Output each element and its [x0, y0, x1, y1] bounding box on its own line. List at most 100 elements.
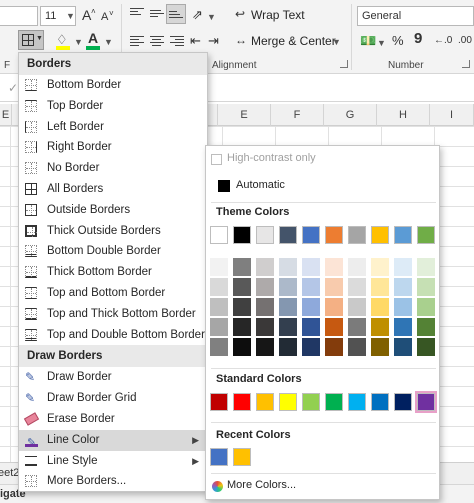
- align-left-icon[interactable]: [130, 36, 144, 48]
- standard-color-swatch[interactable]: [233, 393, 251, 411]
- menu-item-line-color[interactable]: ✎ Line Color ▶: [19, 429, 207, 451]
- increase-decimal-icon[interactable]: ←.0: [434, 34, 452, 48]
- theme-tint-swatch[interactable]: [233, 278, 251, 296]
- theme-tint-swatch[interactable]: [256, 318, 274, 336]
- recent-color-swatch[interactable]: [210, 448, 228, 466]
- theme-color-swatch[interactable]: [417, 226, 435, 244]
- decrease-indent-icon[interactable]: ⇤: [190, 34, 201, 48]
- theme-color-swatch[interactable]: [210, 226, 228, 244]
- standard-color-swatch[interactable]: [415, 391, 437, 413]
- theme-tint-swatch[interactable]: [210, 278, 228, 296]
- theme-tint-swatch[interactable]: [279, 258, 297, 276]
- column-header[interactable]: G: [324, 104, 377, 126]
- theme-tint-swatch[interactable]: [371, 338, 389, 356]
- accounting-format-icon[interactable]: 💵: [360, 34, 376, 48]
- menu-item-draw-border-grid[interactable]: ✎ Draw Border Grid: [19, 388, 207, 409]
- standard-color-swatch[interactable]: [279, 393, 297, 411]
- theme-tint-swatch[interactable]: [417, 278, 435, 296]
- theme-tint-swatch[interactable]: [279, 338, 297, 356]
- theme-tint-swatch[interactable]: [417, 318, 435, 336]
- column-header[interactable]: H: [377, 104, 430, 126]
- theme-tint-swatch[interactable]: [302, 258, 320, 276]
- theme-tint-swatch[interactable]: [210, 298, 228, 316]
- standard-color-swatch[interactable]: [394, 393, 412, 411]
- more-colors-option[interactable]: More Colors...: [206, 476, 439, 498]
- theme-tint-swatch[interactable]: [417, 258, 435, 276]
- theme-tint-swatch[interactable]: [325, 338, 343, 356]
- wrap-text-button[interactable]: Wrap Text: [251, 6, 305, 24]
- recent-color-swatch[interactable]: [233, 448, 251, 466]
- theme-tint-swatch[interactable]: [371, 318, 389, 336]
- theme-tint-swatch[interactable]: [325, 298, 343, 316]
- menu-item-draw-border[interactable]: ✎ Draw Border: [19, 367, 207, 388]
- column-header[interactable]: F: [271, 104, 324, 126]
- standard-color-swatch[interactable]: [325, 393, 343, 411]
- theme-tint-swatch[interactable]: [233, 338, 251, 356]
- sheet-tab[interactable]: eet2: [0, 467, 19, 479]
- theme-tint-swatch[interactable]: [371, 298, 389, 316]
- theme-color-swatch[interactable]: [279, 226, 297, 244]
- theme-tint-swatch[interactable]: [394, 298, 412, 316]
- theme-color-swatch[interactable]: [256, 226, 274, 244]
- accounting-format-dropdown-icon[interactable]: ▼: [377, 38, 386, 48]
- menu-item-bottom-double-border[interactable]: Bottom Double Border: [19, 241, 207, 262]
- theme-tint-swatch[interactable]: [302, 318, 320, 336]
- theme-tint-swatch[interactable]: [233, 318, 251, 336]
- menu-item-more-borders[interactable]: More Borders...: [19, 471, 207, 492]
- menu-item-top-double-bottom-border[interactable]: Top and Double Bottom Border: [19, 325, 207, 346]
- theme-tint-swatch[interactable]: [256, 298, 274, 316]
- menu-item-outside-borders[interactable]: Outside Borders: [19, 200, 207, 221]
- theme-tint-swatch[interactable]: [348, 258, 366, 276]
- menu-item-all-borders[interactable]: All Borders: [19, 179, 207, 200]
- align-center-icon[interactable]: [150, 36, 164, 48]
- menu-item-bottom-border[interactable]: Bottom Border: [19, 75, 207, 96]
- theme-tint-swatch[interactable]: [394, 258, 412, 276]
- theme-tint-swatch[interactable]: [394, 318, 412, 336]
- theme-tint-swatch[interactable]: [256, 258, 274, 276]
- theme-tint-swatch[interactable]: [233, 298, 251, 316]
- theme-tint-swatch[interactable]: [279, 278, 297, 296]
- theme-tint-swatch[interactable]: [302, 338, 320, 356]
- high-contrast-checkbox[interactable]: [211, 154, 222, 165]
- alignment-dialog-launcher-icon[interactable]: [340, 60, 348, 68]
- theme-tint-swatch[interactable]: [256, 278, 274, 296]
- standard-color-swatch[interactable]: [210, 393, 228, 411]
- theme-tint-swatch[interactable]: [210, 338, 228, 356]
- standard-color-swatch[interactable]: [348, 393, 366, 411]
- number-dialog-launcher-icon[interactable]: [462, 60, 470, 68]
- theme-tint-swatch[interactable]: [348, 318, 366, 336]
- menu-item-no-border[interactable]: No Border: [19, 158, 207, 179]
- theme-color-swatch[interactable]: [371, 226, 389, 244]
- percent-style-icon[interactable]: %: [392, 34, 404, 48]
- theme-tint-swatch[interactable]: [233, 258, 251, 276]
- top-align-icon[interactable]: [130, 8, 144, 20]
- menu-item-left-border[interactable]: Left Border: [19, 117, 207, 138]
- column-header[interactable]: I: [430, 104, 474, 126]
- theme-tint-swatch[interactable]: [325, 318, 343, 336]
- menu-item-right-border[interactable]: Right Border: [19, 137, 207, 158]
- comma-style-icon[interactable]: 9: [414, 31, 422, 46]
- merge-center-button[interactable]: Merge & Center: [251, 32, 336, 50]
- theme-tint-swatch[interactable]: [279, 298, 297, 316]
- menu-item-top-border[interactable]: Top Border: [19, 96, 207, 117]
- font-size-dropdown-icon[interactable]: ▼: [66, 11, 75, 21]
- align-right-icon[interactable]: [170, 36, 184, 48]
- font-color-icon[interactable]: A: [88, 31, 98, 45]
- theme-tint-swatch[interactable]: [348, 338, 366, 356]
- theme-tint-swatch[interactable]: [210, 318, 228, 336]
- theme-tint-swatch[interactable]: [210, 258, 228, 276]
- theme-tint-swatch[interactable]: [394, 338, 412, 356]
- theme-tint-swatch[interactable]: [279, 318, 297, 336]
- theme-tint-swatch[interactable]: [348, 278, 366, 296]
- number-format-box[interactable]: General: [357, 6, 474, 26]
- font-color-dropdown-icon[interactable]: ▼: [104, 37, 113, 47]
- menu-item-top-thick-bottom-border[interactable]: Top and Thick Bottom Border: [19, 304, 207, 325]
- theme-tint-swatch[interactable]: [302, 298, 320, 316]
- menu-item-line-style[interactable]: Line Style ▶: [19, 451, 207, 472]
- middle-align-icon[interactable]: [150, 10, 164, 22]
- fill-color-dropdown-icon[interactable]: ▼: [74, 37, 83, 47]
- menu-item-erase-border[interactable]: Erase Border: [19, 409, 207, 430]
- grow-font-icon[interactable]: A: [82, 8, 91, 22]
- theme-tint-swatch[interactable]: [325, 258, 343, 276]
- standard-color-swatch[interactable]: [302, 393, 320, 411]
